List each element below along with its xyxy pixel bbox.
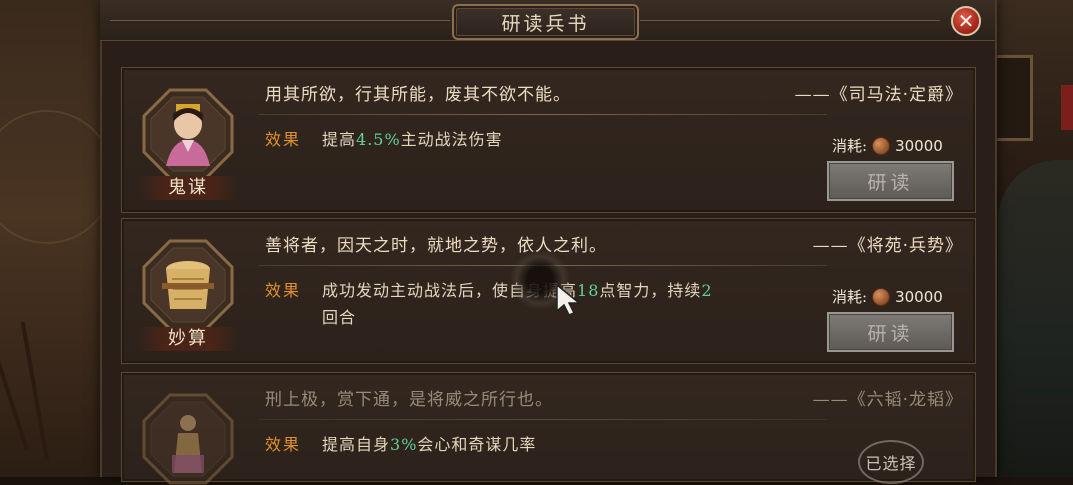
quote-source: ——《将苑·兵势》 [812, 236, 963, 256]
header-ornament-line [640, 20, 940, 21]
strategy-name: 鬼谋 [138, 176, 238, 200]
quote-text: 用其所欲，行其所能，废其不欲不能。 [265, 85, 571, 105]
quote-text: 刑上极，赏下通，是将威之所行也。 [265, 390, 553, 410]
cost-label: 消耗: [832, 137, 868, 155]
cost-display: 消耗: 30000 [832, 286, 943, 307]
cost-display: 消耗: 30000 [832, 135, 943, 156]
window-title: 研读兵书 [452, 4, 639, 40]
study-button[interactable]: 研读 [827, 312, 954, 352]
study-button[interactable]: 研读 [827, 161, 954, 201]
copper-coin-icon [872, 136, 891, 155]
character-figure-decoration [998, 160, 1073, 477]
cost-value: 30000 [895, 136, 943, 155]
header-ornament-line [110, 20, 450, 21]
effect-highlight: 4.5% [356, 130, 401, 149]
effect-label: 效果 [265, 281, 302, 300]
effect-text-part: 点智力，持续 [599, 281, 702, 300]
quote-source: ——《六韬·龙韬》 [812, 390, 963, 410]
effect-text-part: 提高 [322, 130, 357, 149]
divider [259, 419, 827, 420]
effect-text-part: 回合 [322, 308, 357, 327]
cost-value: 30000 [895, 287, 943, 306]
divider [259, 114, 827, 115]
seal-decoration [1061, 85, 1073, 130]
effect-text: 提高4.5%主动战法伤害 [322, 126, 812, 153]
mouse-cursor-icon [556, 283, 582, 316]
selected-status-badge: 已选择 [858, 440, 924, 484]
effect-label: 效果 [265, 435, 302, 454]
effect-highlight: 2 [701, 281, 713, 300]
scroll-bundle-icon [142, 239, 234, 331]
female-strategist-portrait-icon [142, 88, 234, 180]
close-icon: ✕ [957, 9, 975, 33]
close-button[interactable]: ✕ [951, 6, 981, 36]
effect-text-part: 提高自身 [322, 435, 391, 454]
effect-text-part: 主动战法伤害 [400, 130, 503, 149]
strategy-name: 妙算 [138, 327, 238, 351]
effect-text: 提高自身3%会心和奇谋几率 [322, 431, 812, 458]
quote-text: 善将者，因天之时，就地之势，依人之利。 [265, 236, 607, 256]
standing-figure-icon [142, 393, 234, 485]
quote-source: ——《司马法·定爵》 [794, 85, 963, 105]
effect-label: 效果 [265, 130, 302, 149]
effect-highlight: 3% [390, 435, 418, 454]
copper-coin-icon [872, 287, 891, 306]
effect-text-part: 会心和奇谋几率 [417, 435, 537, 454]
cost-label: 消耗: [832, 288, 868, 306]
book-card: 鬼谋 用其所欲，行其所能，废其不欲不能。 ——《司马法·定爵》 效果 提高4.5… [121, 67, 976, 213]
book-card: 刑上极，赏下通，是将威之所行也。 ——《六韬·龙韬》 效果 提高自身3%会心和奇… [121, 372, 976, 485]
